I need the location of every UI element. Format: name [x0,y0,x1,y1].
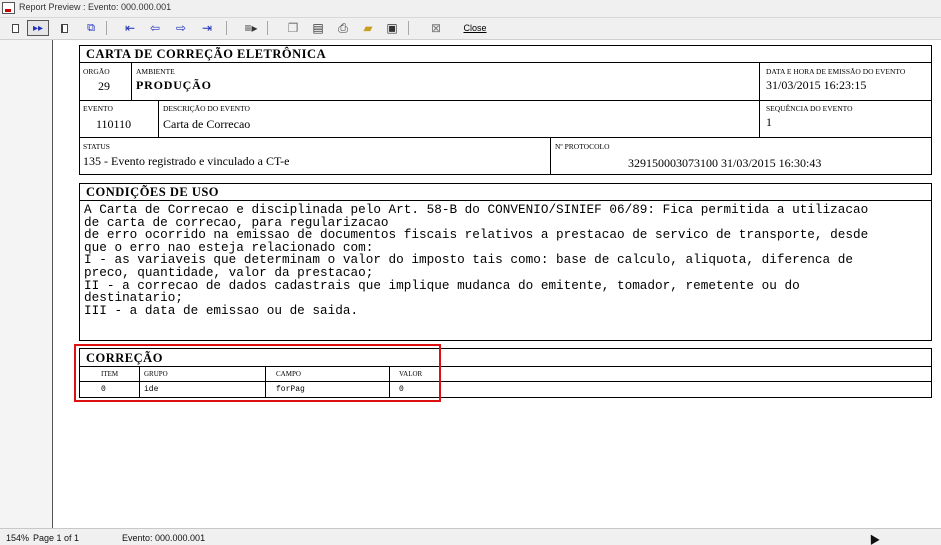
protocolo-label: Nº PROTOCOLO [555,142,610,151]
report-title: CARTA DE CORREÇÃO ELETRÔNICA [86,47,327,61]
multiple-pages-button[interactable]: ⧉ [82,20,100,36]
printer-setup-button[interactable]: ▤ [310,20,326,36]
toolbar-separator [226,21,227,35]
toolbar-separator [106,21,107,35]
first-page-button[interactable]: ⇤ [121,20,139,36]
sequencia-label: SEQUÊNCIA DO EVENTO [766,104,853,113]
ambiente-value: PRODUÇÃO [136,78,212,92]
descricao-value: Carta de Correcao [163,117,251,131]
goto-page-button[interactable]: ≡▸ [242,20,260,36]
status-value: 135 - Evento registrado e vinculado a CT… [83,154,290,168]
divider [79,62,932,63]
zoom-icon: ⊠ [430,21,442,35]
condicoes-title: CONDIÇÕES DE USO [86,185,220,199]
evento-value: 110110 [96,117,132,131]
divider [550,137,551,175]
left-gutter [0,40,53,528]
single-page-button[interactable] [9,20,21,36]
highlight-annotation [74,344,441,402]
save-button[interactable]: ▣ [384,20,400,36]
condicoes-text: A Carta de Correcao e disciplinada pelo … [84,203,934,318]
printer-setup-icon: ▤ [312,21,324,35]
zoom-level: 154% [6,533,30,543]
prev-page-icon: ⇦ [149,21,161,35]
save-icon: ▣ [386,21,398,35]
divider [79,100,932,101]
first-page-icon: ⇤ [124,21,136,35]
status-evento: Evento: 000.000.001 [122,533,206,543]
condicoes-line: II - a correcao de dados cadastrais que … [84,277,800,293]
status-bar: 154% Page 1 of 1 Evento: 000.000.001 [0,528,941,545]
print-button[interactable]: ⎙ [335,20,351,36]
close-button[interactable]: Close [462,20,488,36]
close-button-label: Close [463,23,487,33]
multiple-pages-icon: ⧉ [87,21,95,34]
ambiente-label: AMBIENTE [136,67,175,76]
data-emissao-label: DATA E HORA DE EMISSÃO DO EVENTO [766,67,906,76]
toolbar: ▸▸ ⧉ ⇤ ⇦ ⇨ ⇥ ≡▸ ❐ ▤ ⎙ ▰ ▣ ⊠ Close [0,18,941,40]
next-page-icon: ⇨ [175,21,187,35]
app-icon [2,2,15,14]
last-page-icon: ⇥ [201,21,213,35]
title-bar: Report Preview : Evento: 000.000.001 [0,0,941,18]
copy-icon: ❐ [287,21,299,35]
condicoes-line: III - a data de emissao ou de saida. [84,302,359,318]
page-indicator: Page 1 of 1 [33,533,80,543]
divider [79,137,932,138]
descricao-label: DESCRIÇÃO DO EVENTO [163,104,250,113]
print-icon: ⎙ [338,20,348,35]
next-page-button[interactable]: ⇨ [172,20,190,36]
divider [79,200,932,201]
window-title: Report Preview : Evento: 000.000.001 [19,2,172,12]
divider [158,100,159,137]
sequencia-value: 1 [766,115,772,129]
two-pages-button[interactable] [58,20,70,36]
divider [759,62,760,137]
toolbar-separator [408,21,409,35]
divider [131,62,132,100]
orgao-label: ORGÃO [83,67,110,76]
two-pages-icon [60,23,68,33]
page-width-button[interactable]: ▸▸ [27,20,49,36]
zoom-button[interactable]: ⊠ [428,20,444,36]
data-emissao-value: 31/03/2015 16:23:15 [766,78,867,92]
status-label: STATUS [83,142,110,151]
copy-button[interactable]: ❐ [285,20,301,36]
last-page-button[interactable]: ⇥ [198,20,216,36]
toolbar-separator [267,21,268,35]
page-width-icon: ▸▸ [32,22,44,34]
orgao-value: 29 [98,79,110,93]
single-page-icon [11,23,19,33]
open-button[interactable]: ▰ [360,20,376,36]
goto-page-icon: ≡▸ [244,21,258,35]
open-folder-icon: ▰ [363,21,373,35]
evento-label: EVENTO [83,104,113,113]
prev-page-button[interactable]: ⇦ [146,20,164,36]
protocolo-value: 329150003073100 31/03/2015 16:30:43 [628,156,822,170]
